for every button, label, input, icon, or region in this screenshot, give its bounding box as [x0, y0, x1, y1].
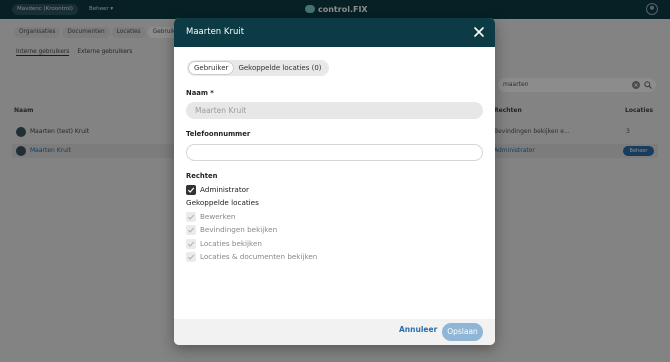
name-field[interactable]: [186, 102, 483, 119]
permission-label: Bevindingen bekijken: [200, 225, 278, 234]
phone-label: Telefoonnummer: [186, 130, 251, 138]
cancel-button[interactable]: Annuleer: [399, 325, 437, 334]
dialog-header: Maarten Kruit: [174, 18, 495, 47]
save-button[interactable]: Opslaan: [442, 323, 483, 341]
permission-bevindingen-checkbox: Bevindingen bekijken: [186, 224, 277, 235]
tab-gekoppelde-locaties[interactable]: Gekoppelde locaties (0): [233, 62, 326, 74]
phone-field[interactable]: [186, 144, 483, 161]
checkbox-disabled-icon: [186, 211, 196, 222]
permission-documenten-checkbox: Locaties & documenten bekijken: [186, 251, 317, 262]
checkbox-disabled-icon: [186, 251, 196, 262]
linked-locations-title: Gekoppelde locaties: [186, 198, 259, 207]
dialog-title: Maarten Kruit: [186, 27, 245, 37]
dialog-footer: Annuleer Opslaan: [174, 319, 495, 345]
checkbox-checked-icon: [186, 184, 196, 195]
rights-label: Rechten: [186, 172, 218, 180]
permission-locaties-checkbox: Locaties bekijken: [186, 238, 262, 249]
close-icon[interactable]: [474, 27, 484, 37]
checkbox-disabled-icon: [186, 224, 196, 235]
tab-gebruiker[interactable]: Gebruiker: [189, 62, 234, 74]
name-label: Naam *: [186, 89, 214, 97]
permission-label: Locaties bekijken: [200, 239, 262, 248]
administrator-label: Administrator: [200, 185, 249, 194]
administrator-checkbox[interactable]: Administrator: [186, 184, 249, 195]
checkbox-disabled-icon: [186, 238, 196, 249]
permission-label: Locaties & documenten bekijken: [200, 252, 318, 261]
permission-label: Bewerken: [200, 212, 236, 221]
dialog-tabs: Gebruiker Gekoppelde locaties (0): [187, 60, 329, 76]
user-dialog: Maarten Kruit Gebruiker Gekoppelde locat…: [174, 18, 495, 345]
permission-bewerken-checkbox: Bewerken: [186, 211, 236, 222]
